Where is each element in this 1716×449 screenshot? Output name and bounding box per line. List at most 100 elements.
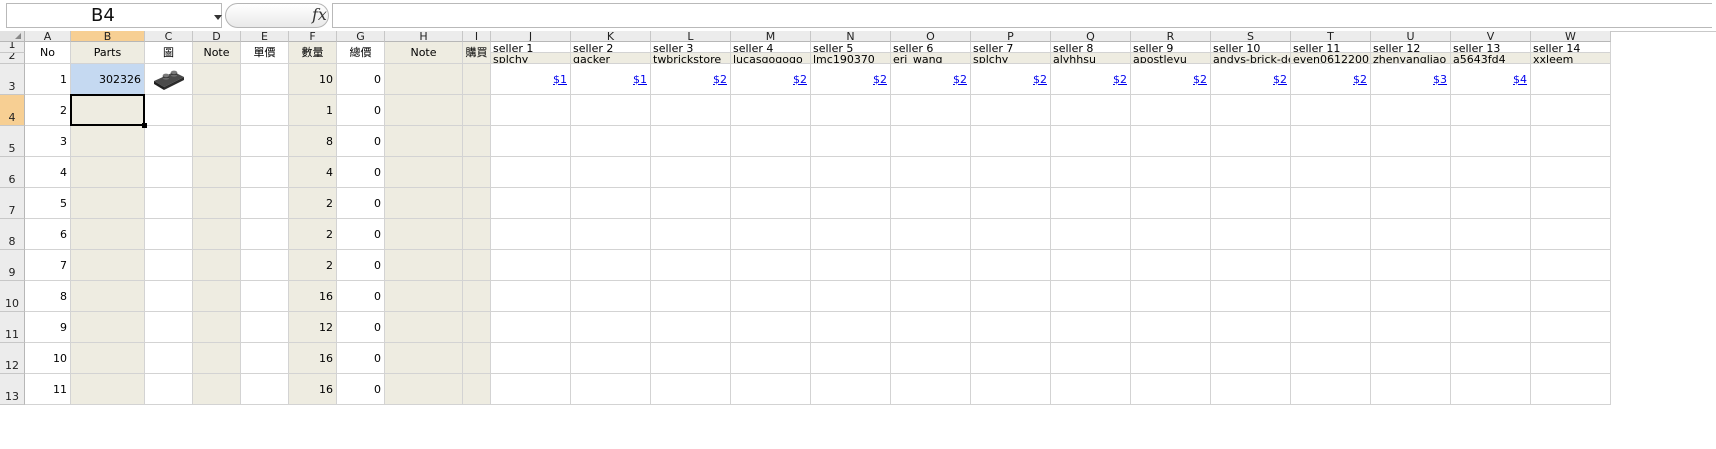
cell-j13[interactable] xyxy=(491,374,571,405)
cell-i10[interactable] xyxy=(463,281,491,312)
cell-j6[interactable] xyxy=(491,157,571,188)
column-header-f[interactable]: F xyxy=(289,31,337,42)
cell-s6[interactable] xyxy=(1211,157,1291,188)
cell-w7[interactable] xyxy=(1531,188,1611,219)
column-header-b[interactable]: B xyxy=(71,31,145,42)
cell-v9[interactable] xyxy=(1451,250,1531,281)
cell-t8[interactable] xyxy=(1291,219,1371,250)
cell-i8[interactable] xyxy=(463,219,491,250)
seller-price-link[interactable]: $2 xyxy=(1211,64,1291,95)
part-cell[interactable] xyxy=(71,188,145,219)
cell-l4[interactable] xyxy=(651,95,731,126)
cell-e7[interactable] xyxy=(241,188,289,219)
cell-s5[interactable] xyxy=(1211,126,1291,157)
cell-j12[interactable] xyxy=(491,343,571,374)
header-cell-d[interactable]: Note xyxy=(193,42,241,64)
cell-k4[interactable] xyxy=(571,95,651,126)
cell-v12[interactable] xyxy=(1451,343,1531,374)
seller-price-link[interactable]: $2 xyxy=(891,64,971,95)
cell-k7[interactable] xyxy=(571,188,651,219)
cell-j10[interactable] xyxy=(491,281,571,312)
column-header-q[interactable]: Q xyxy=(1051,31,1131,42)
cell-m12[interactable] xyxy=(731,343,811,374)
cell-u6[interactable] xyxy=(1371,157,1451,188)
seller-price-link[interactable]: $2 xyxy=(1131,64,1211,95)
cell-n5[interactable] xyxy=(811,126,891,157)
cell-w11[interactable] xyxy=(1531,312,1611,343)
cell-s4[interactable] xyxy=(1211,95,1291,126)
cell-i11[interactable] xyxy=(463,312,491,343)
cell-t11[interactable] xyxy=(1291,312,1371,343)
cell-k11[interactable] xyxy=(571,312,651,343)
formula-input[interactable] xyxy=(332,3,1712,28)
cell-q5[interactable] xyxy=(1051,126,1131,157)
cell-n13[interactable] xyxy=(811,374,891,405)
cell-d12[interactable] xyxy=(193,343,241,374)
header-cell-f[interactable]: 數量 xyxy=(289,42,337,64)
column-header-c[interactable]: C xyxy=(145,31,193,42)
cell-s9[interactable] xyxy=(1211,250,1291,281)
total-price-cell[interactable]: 0 xyxy=(337,250,385,281)
cell-s12[interactable] xyxy=(1211,343,1291,374)
cell-k8[interactable] xyxy=(571,219,651,250)
seller-name-1[interactable]: splchy xyxy=(491,53,571,64)
seller-label-12[interactable]: seller 12 xyxy=(1371,42,1451,53)
row-header-9[interactable]: 9 xyxy=(0,250,25,281)
cell-e13[interactable] xyxy=(241,374,289,405)
cell-k10[interactable] xyxy=(571,281,651,312)
cell-h5[interactable] xyxy=(385,126,463,157)
cell-r5[interactable] xyxy=(1131,126,1211,157)
part-cell[interactable] xyxy=(71,219,145,250)
cell-t7[interactable] xyxy=(1291,188,1371,219)
cell-w12[interactable] xyxy=(1531,343,1611,374)
cell-s11[interactable] xyxy=(1211,312,1291,343)
column-header-d[interactable]: D xyxy=(193,31,241,42)
column-header-r[interactable]: R xyxy=(1131,31,1211,42)
cell-p11[interactable] xyxy=(971,312,1051,343)
cell-h6[interactable] xyxy=(385,157,463,188)
cell-p9[interactable] xyxy=(971,250,1051,281)
seller-price-link[interactable]: $1 xyxy=(571,64,651,95)
cell-r9[interactable] xyxy=(1131,250,1211,281)
seller-label-2[interactable]: seller 2 xyxy=(571,42,651,53)
cell-u5[interactable] xyxy=(1371,126,1451,157)
cell-c12[interactable] xyxy=(145,343,193,374)
row-header-8[interactable]: 8 xyxy=(0,219,25,250)
cell-o5[interactable] xyxy=(891,126,971,157)
cell-j8[interactable] xyxy=(491,219,571,250)
cell-q9[interactable] xyxy=(1051,250,1131,281)
quantity-cell[interactable]: 2 xyxy=(289,250,337,281)
header-cell-b[interactable]: Parts xyxy=(71,42,145,64)
row-number-cell[interactable]: 2 xyxy=(25,95,71,126)
cell-u12[interactable] xyxy=(1371,343,1451,374)
cell-s13[interactable] xyxy=(1211,374,1291,405)
seller-name-10[interactable]: andys-brick-depo xyxy=(1211,53,1291,64)
header-cell-c[interactable]: 圖 xyxy=(145,42,193,64)
total-price-cell[interactable]: 0 xyxy=(337,343,385,374)
cell-n4[interactable] xyxy=(811,95,891,126)
cell-s10[interactable] xyxy=(1211,281,1291,312)
cell-h4[interactable] xyxy=(385,95,463,126)
cell-p7[interactable] xyxy=(971,188,1051,219)
row-header-12[interactable]: 12 xyxy=(0,343,25,374)
cell-c7[interactable] xyxy=(145,188,193,219)
cell-m10[interactable] xyxy=(731,281,811,312)
cell-s8[interactable] xyxy=(1211,219,1291,250)
column-header-g[interactable]: G xyxy=(337,31,385,42)
total-price-cell[interactable]: 0 xyxy=(337,281,385,312)
cell-d4[interactable] xyxy=(193,95,241,126)
quantity-cell[interactable]: 2 xyxy=(289,188,337,219)
column-header-l[interactable]: L xyxy=(651,31,731,42)
row-number-cell[interactable]: 8 xyxy=(25,281,71,312)
row-header-7[interactable]: 7 xyxy=(0,188,25,219)
cell-s7[interactable] xyxy=(1211,188,1291,219)
cell-o11[interactable] xyxy=(891,312,971,343)
row-header-3[interactable]: 3 xyxy=(0,64,25,95)
row-number-cell[interactable]: 4 xyxy=(25,157,71,188)
cell-d10[interactable] xyxy=(193,281,241,312)
cell-d13[interactable] xyxy=(193,374,241,405)
cell-e9[interactable] xyxy=(241,250,289,281)
quantity-cell[interactable]: 16 xyxy=(289,374,337,405)
seller-price-link[interactable]: $2 xyxy=(971,64,1051,95)
cell-d3[interactable] xyxy=(193,64,241,95)
